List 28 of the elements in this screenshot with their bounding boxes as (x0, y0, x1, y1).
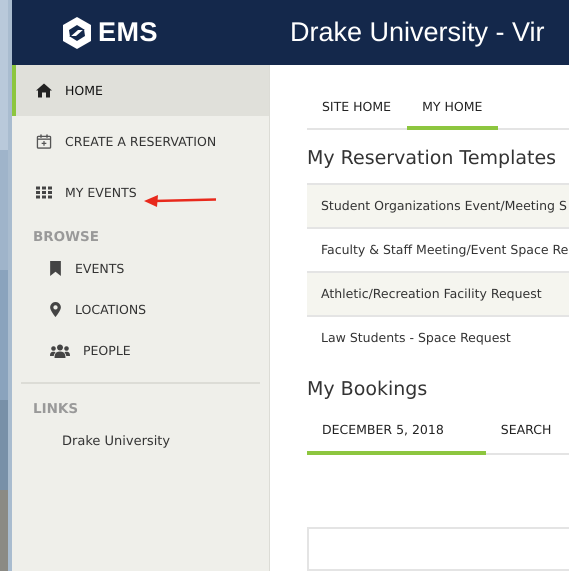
link[interactable]: Drake University (12, 434, 269, 449)
nav-item[interactable]: EVENTS (12, 248, 269, 289)
arrow-annotation (144, 195, 216, 207)
nav-item[interactable]: MY EVENTS (12, 167, 269, 218)
people-icon (50, 344, 70, 358)
grid-icon (36, 185, 52, 200)
nav-item[interactable]: HOME (12, 65, 269, 116)
logo-text: EMS (98, 17, 158, 48)
template-row[interactable]: Student Organizations Event/Meeting S (307, 185, 569, 229)
nav-item[interactable]: LOCATIONS (12, 289, 269, 330)
map-pin-icon (50, 302, 61, 317)
tab[interactable]: DECEMBER 5, 2018 (307, 410, 486, 455)
template-row[interactable]: Athletic/Recreation Facility Request (307, 273, 569, 317)
site-title: Drake University - Vir (290, 17, 545, 48)
section-heading: My Bookings (307, 378, 428, 400)
section-heading: LINKS (32, 400, 80, 419)
tab[interactable]: MY HOME (407, 87, 498, 130)
tab[interactable]: SITE HOME (307, 87, 408, 130)
logo-icon (62, 16, 92, 48)
template-row[interactable]: Law Students - Space Request (307, 317, 569, 359)
home-icon (36, 83, 52, 98)
bookmark-icon (50, 261, 61, 276)
section-heading: BROWSE (32, 228, 100, 247)
nav-item[interactable]: PEOPLE (12, 330, 269, 371)
nav-item[interactable]: CREATE A RESERVATION (12, 116, 269, 167)
section-heading: My Reservation Templates (307, 147, 558, 169)
tab[interactable]: SEARCH (486, 410, 568, 455)
calendar-plus-icon (36, 134, 52, 149)
